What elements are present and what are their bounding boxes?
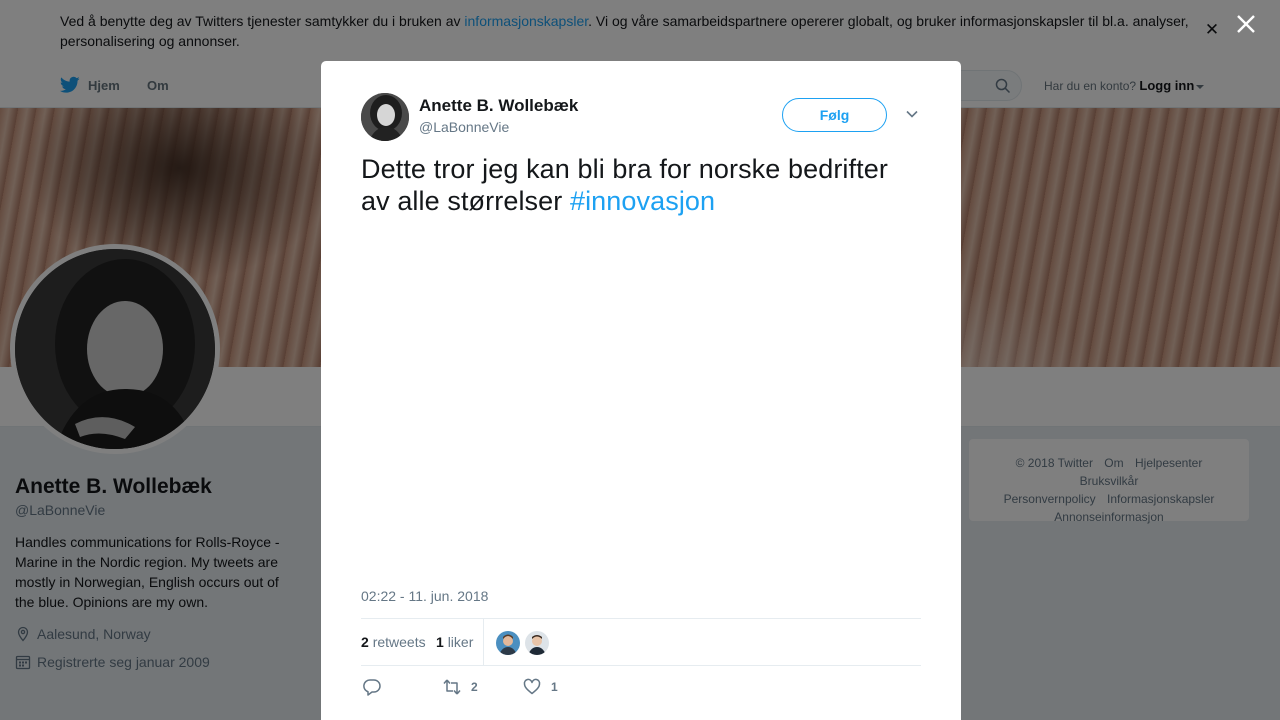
like-count: 1 (551, 680, 558, 694)
retweet-button[interactable]: 2 (443, 678, 478, 696)
reply-icon (363, 679, 381, 696)
chevron-down-icon[interactable] (905, 107, 919, 121)
tweet-hashtag[interactable]: #innovasjon (570, 186, 715, 216)
likes-stat[interactable]: 1 liker (436, 634, 473, 650)
avatar-photo (525, 631, 549, 655)
tweet-timestamp[interactable]: 02:22 - 11. jun. 2018 (361, 588, 488, 604)
tweet-author-name[interactable]: Anette B. Wollebæk (419, 96, 578, 116)
likes-label: liker (447, 634, 474, 650)
avatar-photo (496, 631, 520, 655)
likes-count: 1 (436, 634, 444, 650)
tweet-text: Dette tror jeg kan bli bra for norske be… (361, 153, 921, 217)
retweets-label: retweets (372, 634, 426, 650)
retweet-icon (443, 679, 461, 695)
tweet-author-avatar[interactable] (361, 93, 409, 141)
tweet-modal: Anette B. Wollebæk @LaBonneVie Følg Dett… (321, 61, 961, 720)
retweets-count: 2 (361, 634, 369, 650)
tweet-actions: 2 1 (361, 676, 921, 700)
retweet-count: 2 (471, 680, 478, 694)
retweet-stat[interactable]: 2 retweets (361, 634, 426, 650)
stats-divider (483, 619, 484, 665)
heart-icon (523, 678, 541, 695)
follow-button[interactable]: Følg (782, 98, 887, 132)
reply-button[interactable] (363, 678, 391, 696)
close-icon[interactable] (1234, 12, 1258, 36)
retweeter-avatar[interactable] (496, 631, 520, 655)
retweeter-avatar[interactable] (525, 631, 549, 655)
tweet-author-handle[interactable]: @LaBonneVie (419, 119, 509, 135)
avatar-photo (361, 93, 409, 141)
tweet-stats: 2 retweets 1 liker (361, 618, 921, 666)
like-button[interactable]: 1 (523, 678, 558, 696)
